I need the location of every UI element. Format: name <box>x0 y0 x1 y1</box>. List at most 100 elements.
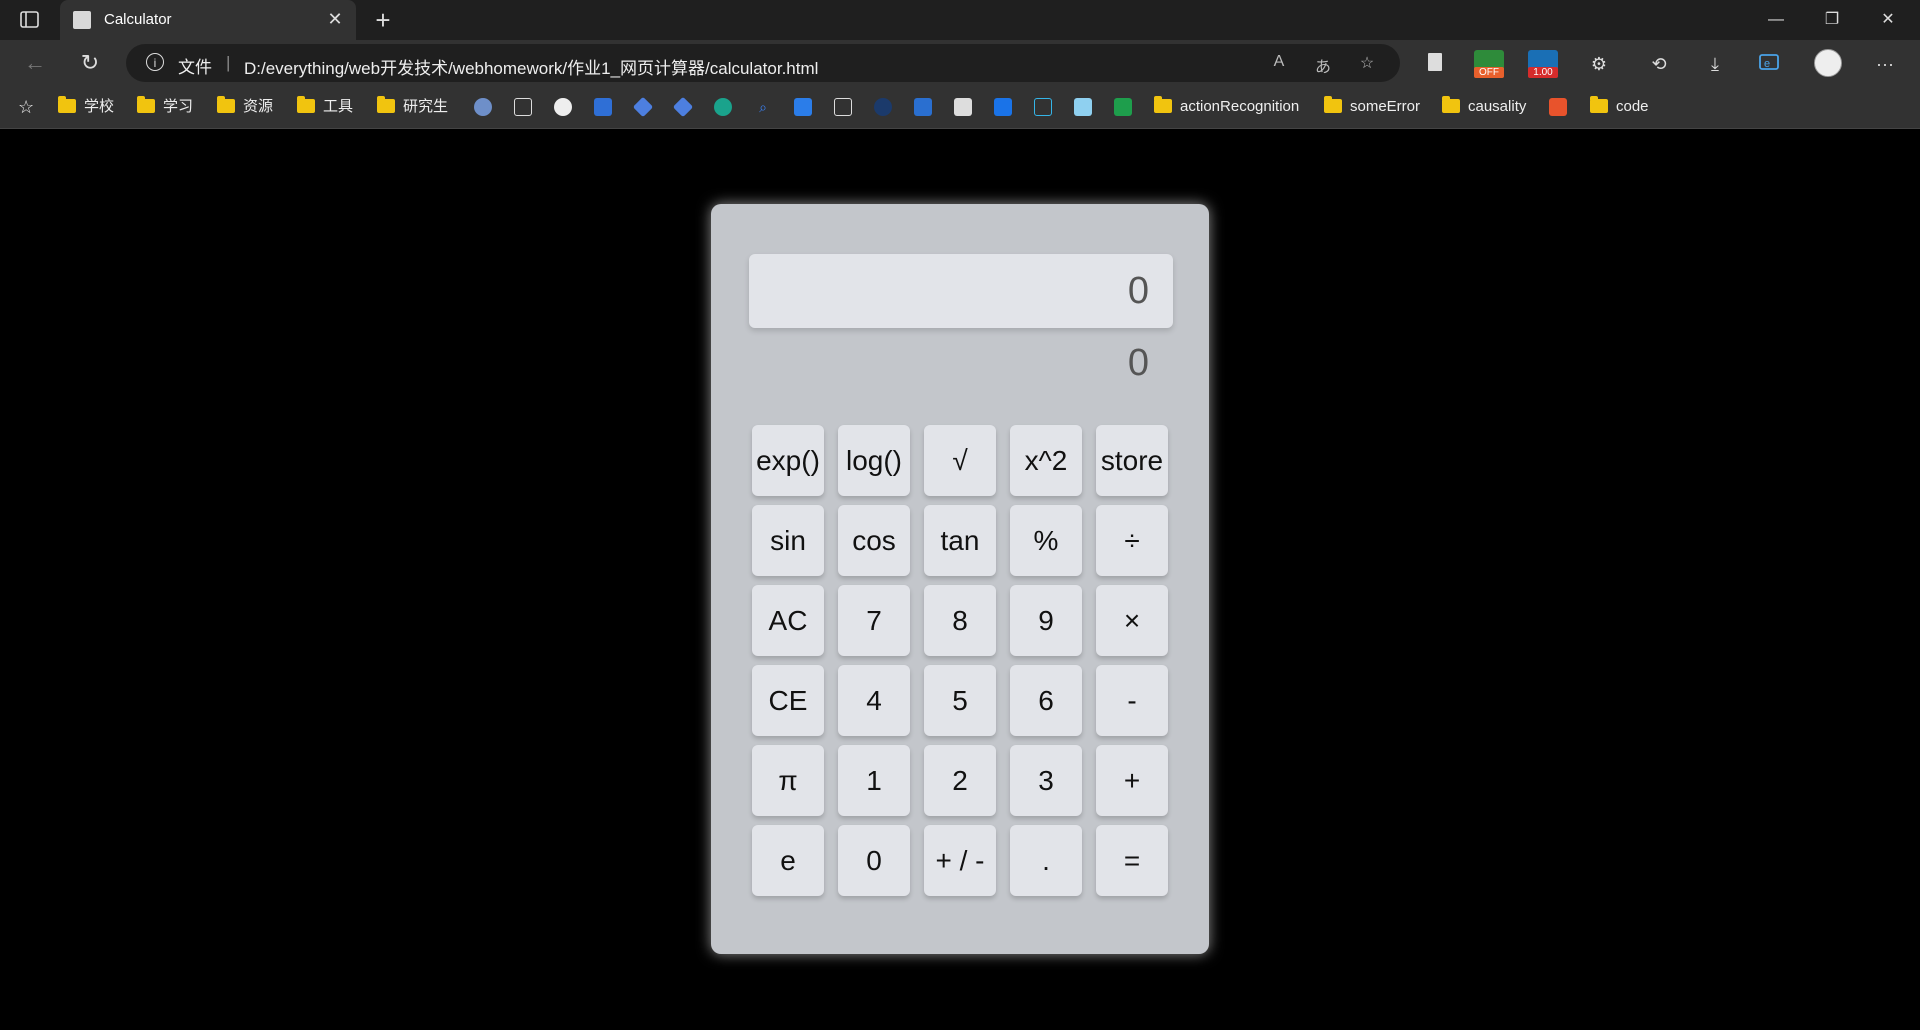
bookmark-label: 资源 <box>243 98 274 115</box>
bookmark-label: 学校 <box>84 98 115 115</box>
bookmark-folder[interactable]: causality <box>1442 96 1526 118</box>
document-icon[interactable] <box>834 98 852 116</box>
keypad: exp() log() √ x^2 store sin cos tan % ÷ … <box>752 425 1172 896</box>
clear-entry-button[interactable]: CE <box>752 665 824 736</box>
bookmark-folder[interactable]: 学习 <box>137 96 193 118</box>
back-icon[interactable]: ← <box>20 48 50 78</box>
bookmark-diamond-icon[interactable] <box>632 96 654 118</box>
bookmarks-bar: ☆ 学校 学习 资源 工具 研究生 ⌕ actionRecognition so… <box>0 86 1920 129</box>
bookmark-folder[interactable]: 学校 <box>58 96 114 118</box>
search-icon[interactable]: ⌕ <box>754 98 772 116</box>
digit-1-button[interactable]: 1 <box>838 745 910 816</box>
percent-button[interactable]: % <box>1010 505 1082 576</box>
folder-icon <box>297 96 315 114</box>
more-icon[interactable]: ··· <box>1872 51 1898 77</box>
bilibili-icon[interactable] <box>1034 98 1052 116</box>
page-favicon-icon <box>73 11 91 29</box>
extension-speed-icon[interactable]: 1.00 <box>1528 50 1558 78</box>
equals-button[interactable]: = <box>1096 825 1168 896</box>
bookmark-mail-icon[interactable] <box>914 98 932 116</box>
bookmark-puzzle-icon[interactable] <box>954 98 972 116</box>
avatar[interactable] <box>1814 49 1842 77</box>
digit-3-button[interactable]: 3 <box>1010 745 1082 816</box>
bookmark-folder[interactable]: 资源 <box>217 96 273 118</box>
bookmark-folder[interactable]: someError <box>1324 96 1420 118</box>
minimize-icon[interactable]: — <box>1748 0 1804 40</box>
refresh-icon[interactable]: ↻ <box>75 48 105 78</box>
digit-7-button[interactable]: 7 <box>838 585 910 656</box>
bookmark-label: code <box>1616 98 1649 115</box>
bookmark-folder[interactable]: 研究生 <box>377 96 448 118</box>
folder-icon <box>1590 96 1608 114</box>
add-button[interactable]: + <box>1096 745 1168 816</box>
pi-button[interactable]: π <box>752 745 824 816</box>
bookmark-folder[interactable]: code <box>1590 96 1649 118</box>
cos-button[interactable]: cos <box>838 505 910 576</box>
divide-button[interactable]: ÷ <box>1096 505 1168 576</box>
digit-9-button[interactable]: 9 <box>1010 585 1082 656</box>
subtract-button[interactable]: - <box>1096 665 1168 736</box>
folder-icon <box>137 96 155 114</box>
zhihu-icon[interactable] <box>994 98 1012 116</box>
extension-off-icon[interactable]: OFF <box>1474 50 1504 78</box>
extensions-icon[interactable]: ⚙ <box>1586 51 1612 77</box>
multiply-button[interactable]: × <box>1096 585 1168 656</box>
address-url[interactable]: D:/everything/web开发技术/webhomework/作业1_网页… <box>244 54 818 79</box>
tab-actions-icon[interactable] <box>18 10 42 30</box>
favorites-star-icon[interactable]: ☆ <box>18 96 34 118</box>
info-icon[interactable]: i <box>146 53 164 71</box>
reading-list-icon[interactable] <box>1422 51 1448 77</box>
log-button[interactable]: log() <box>838 425 910 496</box>
translate-icon[interactable]: あ <box>1312 53 1334 77</box>
bookmark-circle-icon[interactable] <box>874 98 892 116</box>
document-icon[interactable] <box>514 98 532 116</box>
bookmark-label: 工具 <box>323 98 354 115</box>
download-icon[interactable]: ⤓ <box>1702 51 1728 77</box>
new-tab-icon[interactable]: + <box>368 5 398 35</box>
folder-icon <box>217 96 235 114</box>
close-icon[interactable]: ✕ <box>324 8 346 30</box>
digit-0-button[interactable]: 0 <box>838 825 910 896</box>
globe-icon[interactable] <box>474 98 492 116</box>
digit-5-button[interactable]: 5 <box>924 665 996 736</box>
all-clear-button[interactable]: AC <box>752 585 824 656</box>
bookmark-bag-icon[interactable] <box>1074 98 1092 116</box>
spreadsheet-icon[interactable] <box>1114 98 1132 116</box>
digit-4-button[interactable]: 4 <box>838 665 910 736</box>
github-icon[interactable] <box>554 98 572 116</box>
bookmark-label: someError <box>1350 98 1421 115</box>
add-favorite-icon[interactable]: ☆ <box>1356 53 1378 73</box>
bookmark-label: 学习 <box>163 98 194 115</box>
extension-speed-label: 1.00 <box>1528 67 1558 78</box>
negate-button[interactable]: + / - <box>924 825 996 896</box>
baidu-icon[interactable] <box>594 98 612 116</box>
history-icon[interactable]: ⟲ <box>1646 51 1672 77</box>
toolbar: ← ↻ i 文件 | D:/everything/web开发技术/webhome… <box>0 40 1920 86</box>
square-button[interactable]: x^2 <box>1010 425 1082 496</box>
digit-6-button[interactable]: 6 <box>1010 665 1082 736</box>
tab-calculator[interactable]: Calculator ✕ <box>60 0 356 40</box>
display-value: 0 <box>1127 270 1149 312</box>
read-aloud-icon[interactable]: A <box>1268 53 1290 71</box>
bookmark-folder[interactable]: actionRecognition <box>1154 96 1299 118</box>
bookmark-label: 研究生 <box>403 98 449 115</box>
csdn-icon[interactable] <box>1549 98 1567 116</box>
sin-button[interactable]: sin <box>752 505 824 576</box>
digit-8-button[interactable]: 8 <box>924 585 996 656</box>
sqrt-button[interactable]: √ <box>924 425 996 496</box>
euler-button[interactable]: e <box>752 825 824 896</box>
bookmark-bird-icon[interactable] <box>714 98 732 116</box>
tan-button[interactable]: tan <box>924 505 996 576</box>
store-button[interactable]: store <box>1096 425 1168 496</box>
bookmark-folder[interactable]: 工具 <box>297 96 353 118</box>
maximize-icon[interactable]: ❐ <box>1804 0 1860 40</box>
exp-button[interactable]: exp() <box>752 425 824 496</box>
digit-2-button[interactable]: 2 <box>924 745 996 816</box>
translate-bookmark-icon[interactable] <box>794 98 812 116</box>
address-bar[interactable]: i 文件 | D:/everything/web开发技术/webhomework… <box>126 44 1400 82</box>
tab-title: Calculator <box>104 11 172 28</box>
edge-bar-icon[interactable]: e <box>1756 51 1782 77</box>
window-close-icon[interactable]: ✕ <box>1860 0 1916 40</box>
bookmark-diamond-icon[interactable] <box>672 96 694 118</box>
decimal-button[interactable]: . <box>1010 825 1082 896</box>
